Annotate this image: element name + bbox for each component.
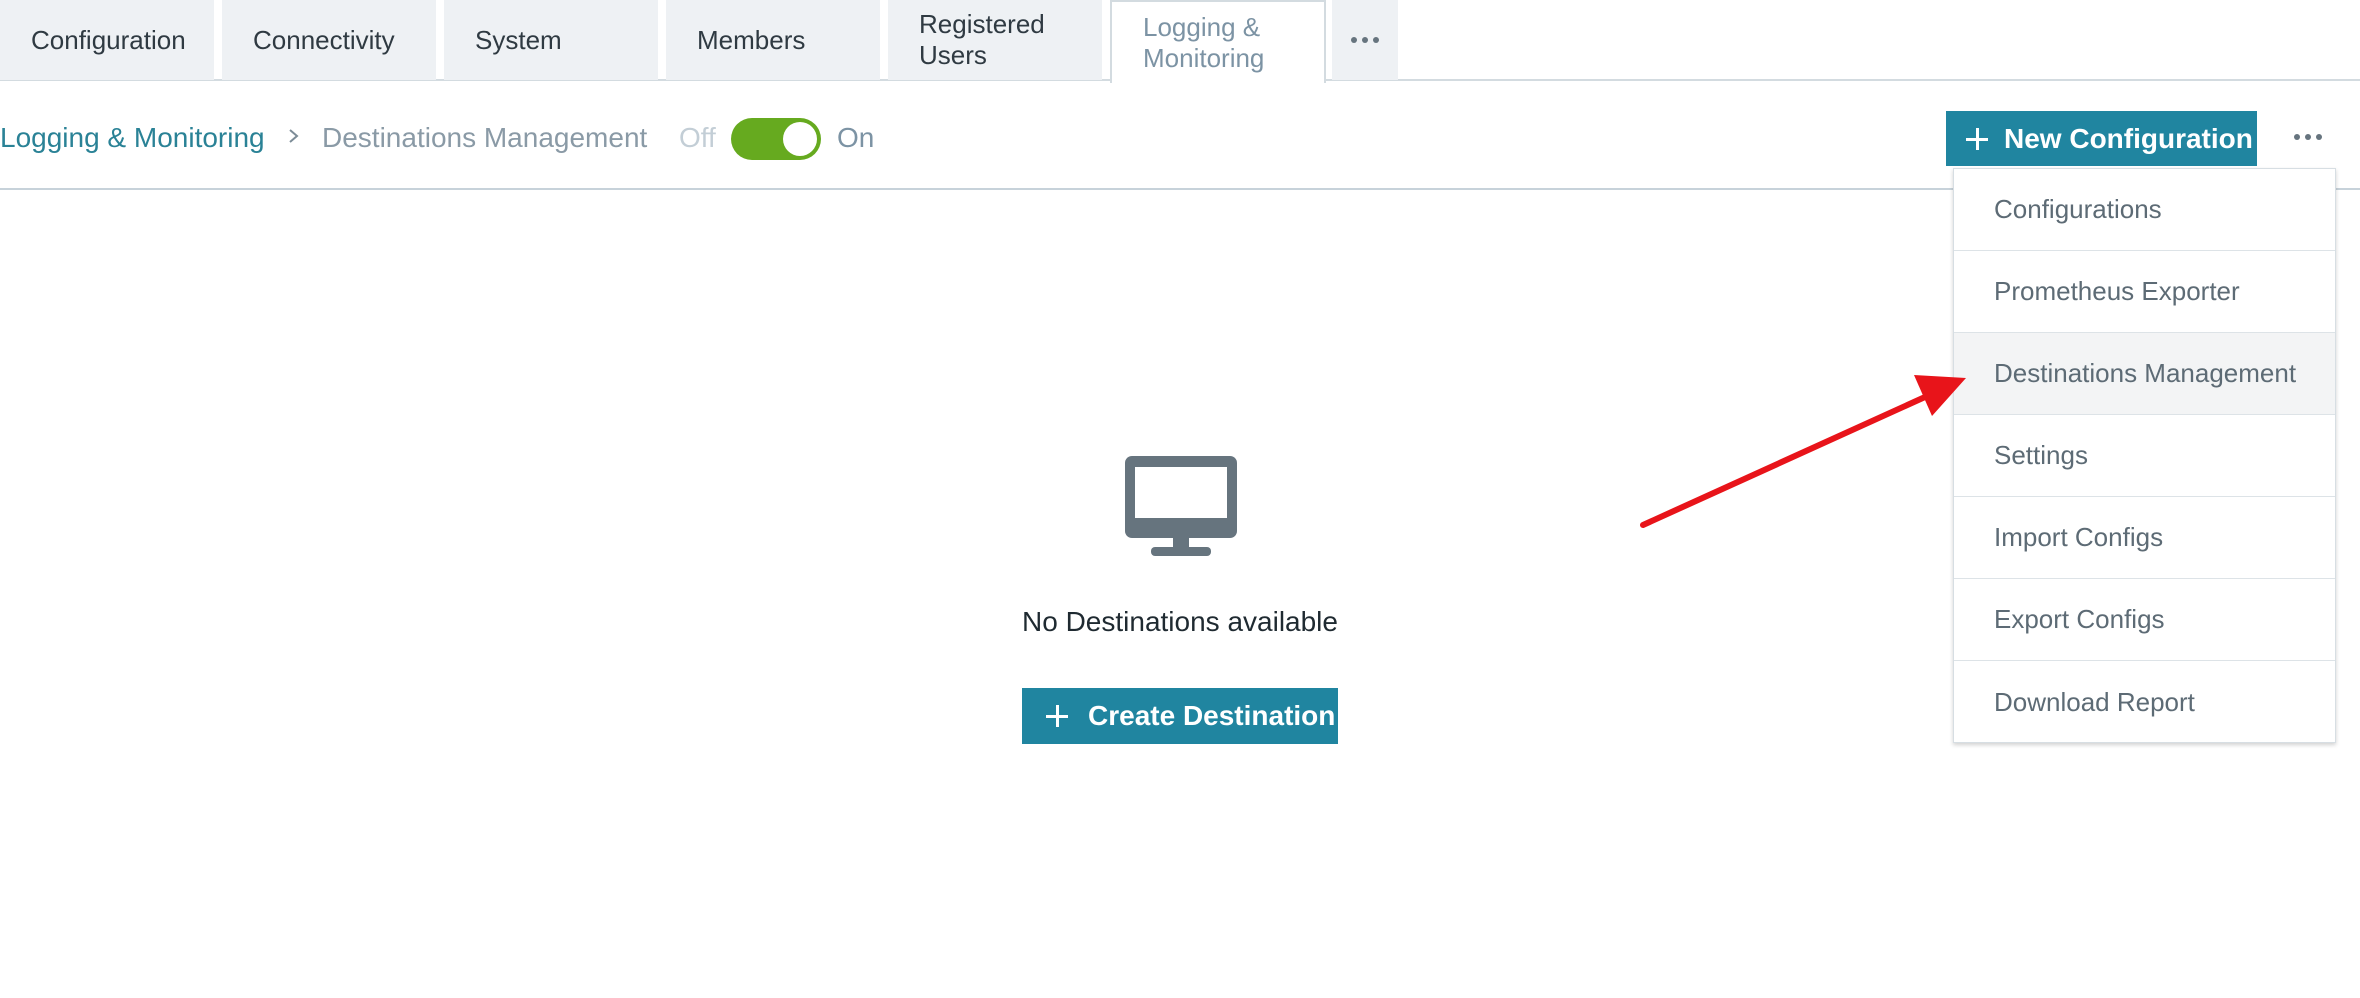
menu-item-configurations[interactable]: Configurations bbox=[1954, 169, 2335, 251]
menu-item-label: Download Report bbox=[1994, 686, 2195, 717]
tab-connectivity[interactable]: Connectivity bbox=[222, 0, 436, 80]
menu-item-destinations-management[interactable]: Destinations Management bbox=[1954, 333, 2335, 415]
tab-label: Registered Users bbox=[919, 9, 1045, 70]
new-configuration-button[interactable]: New Configuration bbox=[1946, 111, 2257, 166]
toolbar-more-button[interactable] bbox=[2290, 122, 2326, 152]
create-destination-button[interactable]: Create Destination bbox=[1022, 688, 1338, 744]
menu-item-label: Destinations Management bbox=[1994, 358, 2297, 388]
tab-label: Members bbox=[697, 24, 806, 55]
plus-icon bbox=[1046, 705, 1068, 727]
toggle-on-label: On bbox=[837, 122, 875, 153]
tab-label: Logging & Monitoring bbox=[1143, 11, 1265, 73]
app-page: Configuration Connectivity System Member… bbox=[0, 0, 2360, 998]
tab-registered-users[interactable]: Registered Users bbox=[888, 0, 1102, 80]
menu-item-import-configs[interactable]: Import Configs bbox=[1954, 497, 2335, 579]
more-options-menu: Configurations Prometheus Exporter Desti… bbox=[1953, 168, 2336, 743]
menu-item-label: Prometheus Exporter bbox=[1994, 276, 2240, 306]
menu-item-settings[interactable]: Settings bbox=[1954, 415, 2335, 497]
new-configuration-label: New Configuration bbox=[2004, 122, 2253, 154]
chevron-right-icon bbox=[289, 129, 299, 143]
menu-item-label: Import Configs bbox=[1994, 522, 2164, 552]
monitor-icon bbox=[1125, 456, 1237, 556]
more-horizontal-icon bbox=[1351, 37, 1379, 43]
tab-configuration[interactable]: Configuration bbox=[0, 0, 214, 80]
breadcrumb-current: Destinations Management bbox=[322, 122, 648, 153]
breadcrumb-parent-link[interactable]: Logging & Monitoring bbox=[0, 122, 265, 154]
tab-logging-monitoring[interactable]: Logging & Monitoring bbox=[1110, 0, 1326, 83]
tab-more[interactable] bbox=[1332, 0, 1398, 80]
tab-bar: Configuration Connectivity System Member… bbox=[0, 0, 2360, 83]
more-horizontal-icon bbox=[2294, 134, 2322, 140]
toggle-knob bbox=[783, 122, 817, 156]
tab-label: System bbox=[475, 24, 562, 55]
tab-system[interactable]: System bbox=[444, 0, 658, 80]
plus-icon bbox=[1966, 127, 1988, 150]
empty-state-message: No Destinations available bbox=[1022, 606, 1338, 637]
menu-item-download-report[interactable]: Download Report bbox=[1954, 661, 2335, 743]
on-off-toggle[interactable] bbox=[731, 118, 821, 160]
tab-label: Configuration bbox=[31, 24, 186, 55]
create-destination-label: Create Destination bbox=[1088, 700, 1336, 731]
menu-item-label: Configurations bbox=[1994, 194, 2162, 224]
menu-item-label: Settings bbox=[1994, 440, 2088, 470]
menu-item-prometheus-exporter[interactable]: Prometheus Exporter bbox=[1954, 251, 2335, 333]
tab-label: Connectivity bbox=[253, 24, 395, 55]
tab-members[interactable]: Members bbox=[666, 0, 880, 80]
toggle-off-label: Off bbox=[679, 122, 716, 153]
